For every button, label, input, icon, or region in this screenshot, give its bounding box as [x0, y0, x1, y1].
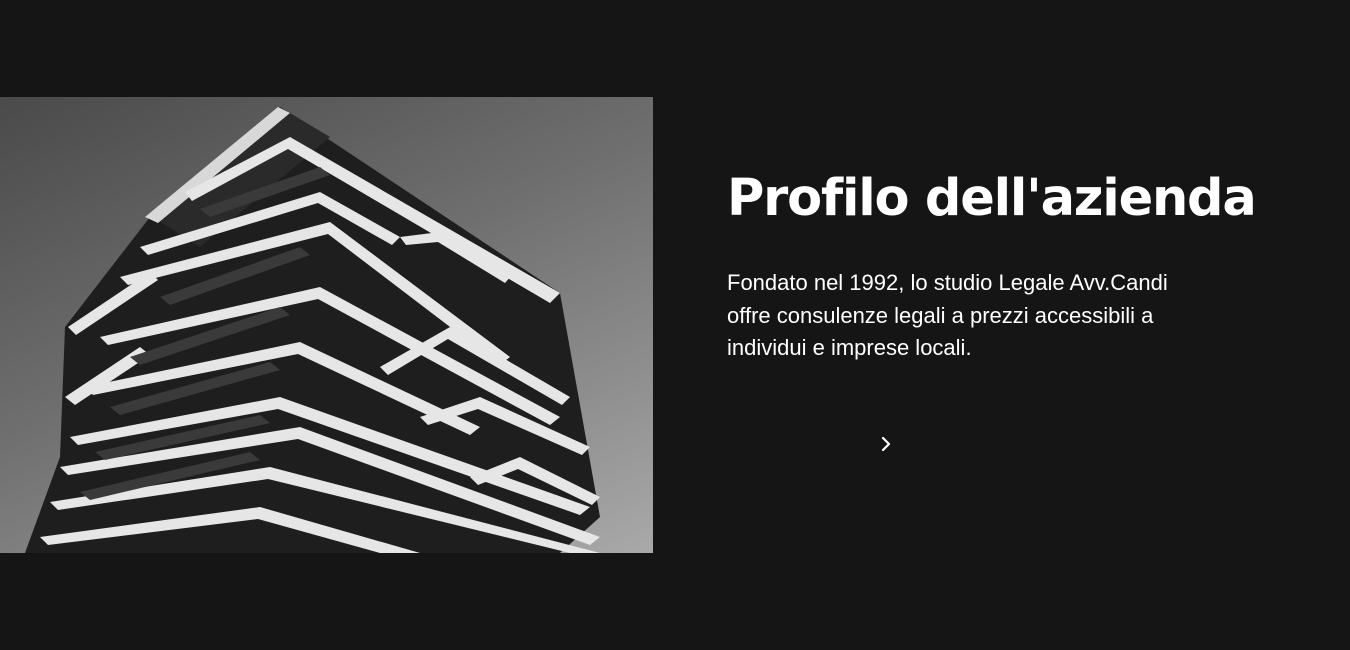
chevron-right-icon	[881, 436, 891, 452]
next-button[interactable]	[870, 428, 902, 460]
building-photo	[0, 97, 653, 553]
company-profile-section: Profilo dell'azienda Fondato nel 1992, l…	[727, 168, 1257, 365]
profile-description: Fondato nel 1992, lo studio Legale Avv.C…	[727, 270, 1168, 360]
building-illustration	[25, 107, 600, 553]
page-title: Profilo dell'azienda	[727, 169, 1257, 228]
